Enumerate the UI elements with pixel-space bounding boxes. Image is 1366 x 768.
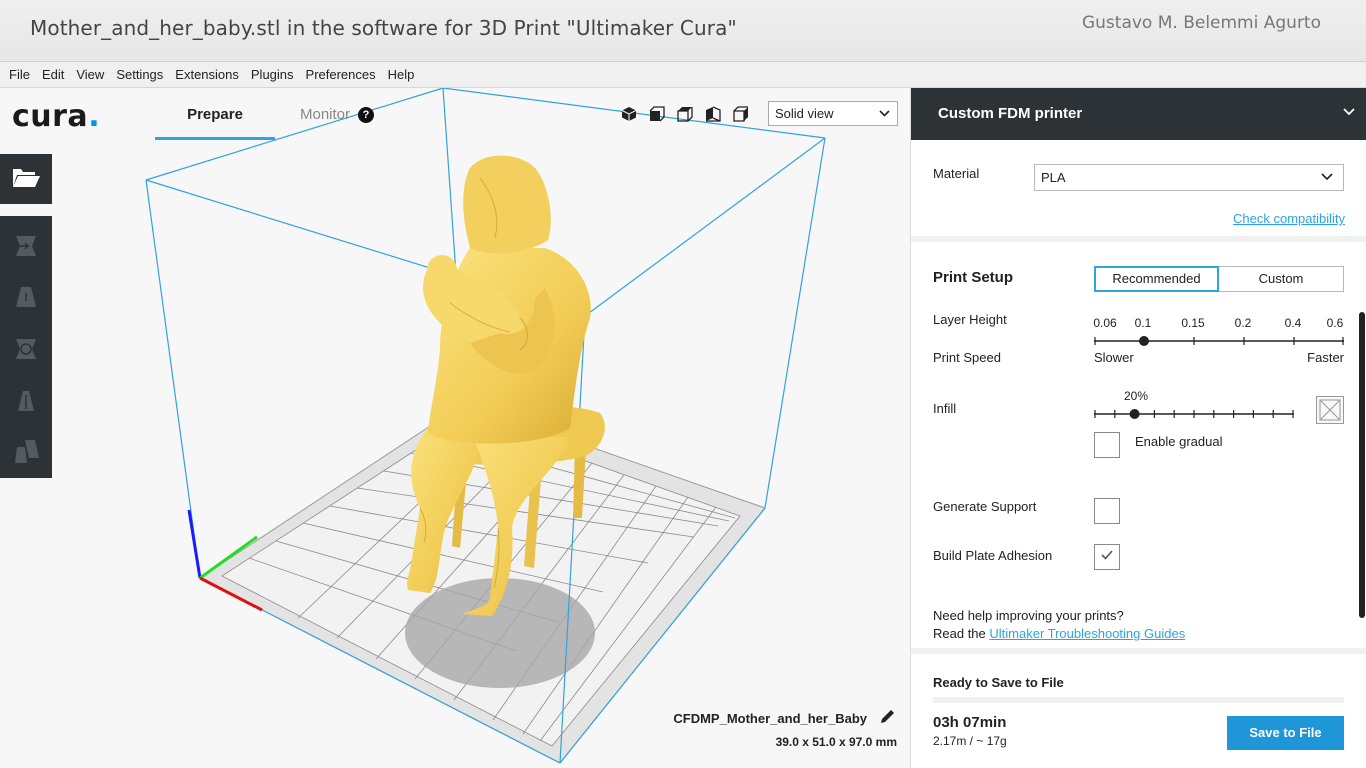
infill-pattern-icon bbox=[1316, 396, 1344, 424]
print-time: 03h 07min bbox=[933, 714, 1007, 731]
layer-tick: 0.06 bbox=[1093, 316, 1117, 330]
model-dimensions: 39.0 x 51.0 x 97.0 mm bbox=[775, 735, 897, 749]
save-to-file-button[interactable]: Save to File bbox=[1227, 716, 1344, 750]
tool-sidebar bbox=[0, 216, 52, 478]
menu-settings[interactable]: Settings bbox=[110, 62, 169, 88]
chevron-down-icon bbox=[1343, 104, 1355, 122]
window-title: Mother_and_her_baby.stl in the software … bbox=[30, 16, 737, 40]
open-file-icon bbox=[11, 165, 41, 194]
layer-height-label: Layer Height bbox=[933, 312, 1007, 327]
view-mode-select[interactable]: Solid view bbox=[768, 101, 898, 126]
custom-mode-button[interactable]: Custom bbox=[1219, 266, 1344, 292]
chevron-down-icon bbox=[879, 103, 890, 134]
mirror-tool-icon[interactable] bbox=[0, 375, 52, 427]
material-estimate: 2.17m / ~ 17g bbox=[933, 734, 1007, 748]
generate-support-label: Generate Support bbox=[933, 499, 1037, 514]
menu-plugins[interactable]: Plugins bbox=[245, 62, 300, 88]
3d-view-icon[interactable] bbox=[618, 103, 640, 125]
menu-preferences[interactable]: Preferences bbox=[300, 62, 382, 88]
layer-tick: 0.15 bbox=[1181, 316, 1205, 330]
window-title-bar: Mother_and_her_baby.stl in the software … bbox=[0, 0, 1366, 62]
model-name-label: CFDMP_Mother_and_her_Baby bbox=[673, 710, 867, 726]
printer-name: Custom FDM printer bbox=[938, 105, 1083, 122]
window-author: Gustavo M. Belemmi Agurto bbox=[1081, 13, 1321, 33]
layer-tick: 0.1 bbox=[1134, 316, 1152, 330]
menu-edit[interactable]: Edit bbox=[36, 62, 70, 88]
layer-height-handle bbox=[1139, 336, 1149, 346]
open-file-button[interactable] bbox=[0, 154, 52, 204]
help-text-read: Read the Ultimaker Troubleshooting Guide… bbox=[933, 626, 1185, 641]
build-scene[interactable] bbox=[0, 88, 910, 768]
cura-logo: cura. bbox=[12, 99, 100, 134]
build-plate-adhesion-label: Build Plate Adhesion bbox=[933, 548, 1053, 563]
view-mode-value: Solid view bbox=[775, 106, 834, 121]
material-label: Material bbox=[933, 166, 980, 181]
layer-tick: 0.6 bbox=[1326, 316, 1344, 330]
per-model-settings-icon[interactable] bbox=[0, 426, 52, 478]
cura-logo-text: cura bbox=[12, 99, 89, 134]
recommended-mode-button[interactable]: Recommended bbox=[1094, 266, 1219, 292]
slice-status: Ready to Save to File bbox=[933, 675, 1064, 690]
infill-slider[interactable] bbox=[1094, 407, 1294, 421]
check-compatibility-link[interactable]: Check compatibility bbox=[1233, 211, 1345, 226]
infill-label: Infill bbox=[933, 401, 957, 416]
right-view-icon[interactable] bbox=[730, 103, 752, 125]
left-view-icon[interactable] bbox=[702, 103, 724, 125]
enable-gradual-checkbox[interactable] bbox=[1094, 432, 1120, 458]
sidebar-scrollbar[interactable] bbox=[1358, 312, 1366, 618]
menu-view[interactable]: View bbox=[70, 62, 110, 88]
tab-monitor[interactable]: Monitor ? bbox=[300, 98, 375, 132]
material-section: Material PLA Check compatibility bbox=[911, 140, 1366, 242]
print-setup-title: Print Setup bbox=[933, 269, 1014, 286]
build-plate-adhesion-checkbox[interactable] bbox=[1094, 544, 1120, 570]
settings-sidebar: Custom FDM printer Material PLA Check co… bbox=[910, 88, 1366, 768]
cura-logo-dot: . bbox=[88, 99, 101, 134]
rotate-tool-icon[interactable] bbox=[0, 323, 52, 375]
material-select[interactable]: PLA bbox=[1034, 164, 1344, 191]
layer-tick: 0.4 bbox=[1284, 316, 1302, 330]
help-icon[interactable]: ? bbox=[358, 107, 375, 123]
tab-prepare[interactable]: Prepare bbox=[155, 98, 275, 140]
printer-selector[interactable]: Custom FDM printer bbox=[911, 88, 1366, 140]
output-section: Ready to Save to File 03h 07min 2.17m / … bbox=[911, 648, 1366, 768]
model-name: CFDMP_Mother_and_her_Baby bbox=[673, 708, 896, 728]
faster-label: Faster bbox=[1307, 350, 1344, 365]
slice-progress-bar bbox=[933, 697, 1344, 703]
move-tool-icon[interactable] bbox=[0, 220, 52, 272]
sidebar-scrollbar-thumb[interactable] bbox=[1359, 312, 1365, 618]
menu-extensions[interactable]: Extensions bbox=[169, 62, 245, 88]
infill-value: 20% bbox=[1124, 389, 1149, 403]
edit-pencil-icon[interactable] bbox=[879, 708, 896, 728]
menu-file[interactable]: File bbox=[3, 62, 36, 88]
material-value: PLA bbox=[1041, 170, 1066, 185]
print-speed-label: Print Speed bbox=[933, 350, 1001, 365]
layer-height-slider[interactable] bbox=[1094, 334, 1344, 348]
help-read-prefix: Read the bbox=[933, 626, 990, 641]
scale-tool-icon[interactable] bbox=[0, 272, 52, 324]
layer-tick: 0.2 bbox=[1234, 316, 1252, 330]
enable-gradual-label: Enable gradual bbox=[1135, 434, 1223, 449]
infill-handle bbox=[1129, 409, 1140, 419]
3d-viewport[interactable]: cura. Prepare Monitor ? Solid view CFDMP… bbox=[0, 88, 910, 768]
menu-help[interactable]: Help bbox=[382, 62, 421, 88]
chevron-down-icon bbox=[1321, 166, 1333, 196]
check-icon bbox=[1100, 548, 1114, 566]
front-view-icon[interactable] bbox=[646, 103, 668, 125]
troubleshooting-guides-link[interactable]: Ultimaker Troubleshooting Guides bbox=[989, 626, 1185, 641]
z-axis bbox=[187, 509, 202, 579]
layer-height-ticks: 0.06 0.1 0.15 0.2 0.4 0.6 bbox=[1093, 316, 1344, 330]
slower-label: Slower bbox=[1094, 350, 1134, 365]
camera-view-buttons bbox=[618, 103, 752, 125]
print-setup-section: Print Setup Recommended Custom Layer Hei… bbox=[911, 248, 1366, 648]
top-view-icon[interactable] bbox=[674, 103, 696, 125]
menu-bar: File Edit View Settings Extensions Plugi… bbox=[0, 62, 1366, 88]
help-text: Need help improving your prints? bbox=[933, 608, 1124, 623]
generate-support-checkbox[interactable] bbox=[1094, 498, 1120, 524]
tab-monitor-label: Monitor bbox=[300, 106, 351, 123]
